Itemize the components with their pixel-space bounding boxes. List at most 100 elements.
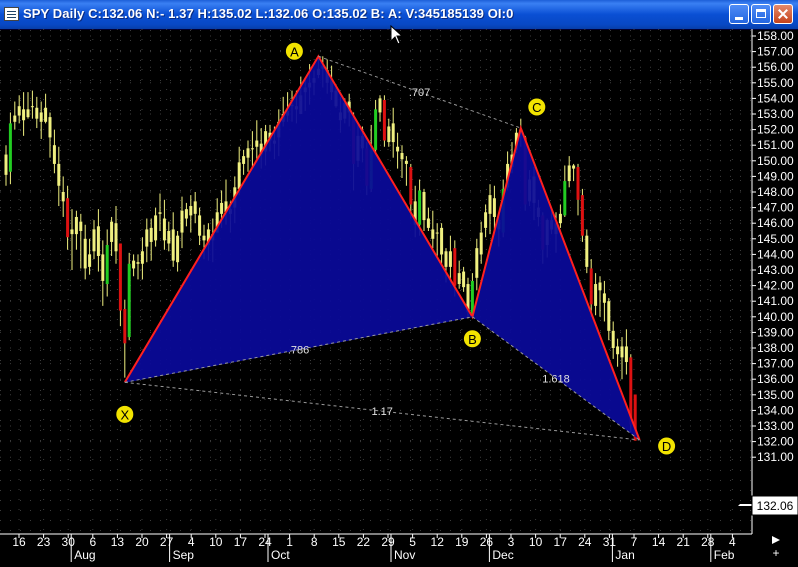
candle-body xyxy=(255,140,259,147)
candle-body xyxy=(462,271,466,288)
candle-body xyxy=(4,154,8,175)
candle-body xyxy=(602,293,606,303)
price-tick-label: 154.00 xyxy=(757,91,794,105)
candle-body xyxy=(105,245,109,285)
candle-body xyxy=(61,192,65,202)
candle-body xyxy=(189,206,193,216)
candle-body xyxy=(484,212,488,228)
price-tick-label: 157.00 xyxy=(757,45,794,59)
candle-body xyxy=(567,165,571,182)
candle-body xyxy=(171,229,175,261)
scroll-controls[interactable]: + xyxy=(772,536,780,560)
candle-body xyxy=(382,99,386,141)
candle-body xyxy=(580,195,584,236)
day-tick-label: 1 xyxy=(286,535,293,549)
candle-body xyxy=(607,301,611,331)
day-tick-label: 16 xyxy=(12,535,26,549)
candle-body xyxy=(162,218,166,241)
day-tick-label: 13 xyxy=(111,535,125,549)
price-tick-label: 146.00 xyxy=(757,216,794,230)
candle-body xyxy=(96,226,100,256)
day-tick-label: 10 xyxy=(529,535,543,549)
day-tick-label: 6 xyxy=(89,535,96,549)
candle-body xyxy=(70,229,74,235)
candle-body xyxy=(140,251,144,264)
day-tick-label: 27 xyxy=(160,535,174,549)
candle-body xyxy=(457,273,461,285)
candle-body xyxy=(176,235,180,263)
scroll-right-arrow-icon[interactable] xyxy=(772,536,780,544)
minimize-icon[interactable] xyxy=(729,4,749,24)
candle-body xyxy=(202,235,206,241)
candle-body xyxy=(52,145,56,164)
day-tick-label: 20 xyxy=(135,535,149,549)
candle-body xyxy=(396,146,400,152)
price-tick-label: 134.00 xyxy=(757,403,794,417)
candle-body xyxy=(585,235,589,267)
price-tick-label: 137.00 xyxy=(757,357,794,371)
time-axis[interactable]: 16 23 30 6 13 20 27 4 10 17 24 1 8 15 22 29 5 12 19 26 3 10 17… xyxy=(0,533,752,562)
day-tick-label: 5 xyxy=(409,535,416,549)
day-tick-label: 23 xyxy=(37,535,51,549)
candle-body xyxy=(13,115,17,122)
candle-body xyxy=(475,248,479,278)
candle-body xyxy=(118,243,122,311)
plus-icon[interactable]: + xyxy=(772,546,779,560)
day-tick-label: 22 xyxy=(357,535,371,549)
candle-body xyxy=(426,218,430,228)
day-tick-label: 21 xyxy=(677,535,691,549)
candle-body xyxy=(250,148,254,150)
day-tick-label: 4 xyxy=(188,535,195,549)
candle-body xyxy=(198,215,202,236)
price-tick-label: 135.00 xyxy=(757,388,794,402)
candle-body xyxy=(39,112,43,122)
candle-body xyxy=(409,167,413,205)
day-tick-label: 10 xyxy=(209,535,223,549)
last-price-label: 132.06 xyxy=(757,499,794,513)
candle-body xyxy=(17,106,21,116)
candle-body xyxy=(193,201,197,214)
day-tick-label: 8 xyxy=(311,535,318,549)
price-tick-label: 151.00 xyxy=(757,138,794,152)
candle-body xyxy=(404,160,408,164)
candle-body xyxy=(101,254,105,281)
candle-body xyxy=(83,238,87,269)
price-tick-label: 144.00 xyxy=(757,247,794,261)
price-tick-label: 142.00 xyxy=(757,279,794,293)
maximize-icon[interactable] xyxy=(751,4,771,24)
window-title: SPY Daily C:132.06 N:- 1.37 H:135.02 L:1… xyxy=(23,6,514,21)
candle-body xyxy=(88,254,92,267)
month-label: Nov xyxy=(394,548,415,562)
month-label: Dec xyxy=(492,548,513,562)
mouse-pointer-icon xyxy=(390,25,404,45)
candle-body xyxy=(616,346,620,355)
ratio-label: 1.17 xyxy=(371,406,392,418)
price-tick-label: 139.00 xyxy=(757,325,794,339)
day-tick-label: 15 xyxy=(332,535,346,549)
candle-body xyxy=(444,251,448,267)
candle-body xyxy=(431,229,435,239)
candle-body xyxy=(123,309,127,344)
candle-body xyxy=(479,232,483,255)
day-tick-label: 19 xyxy=(455,535,469,549)
candle-body xyxy=(145,229,149,247)
price-tick-label: 155.00 xyxy=(757,76,794,90)
candle-body xyxy=(30,106,34,108)
price-chart[interactable]: .707 .786 1.618 1.17 X A B C D 158.00 157.00156.0… xyxy=(0,29,798,567)
candle-body xyxy=(558,213,562,224)
chart-window-icon[interactable] xyxy=(4,7,19,21)
price-tick-label: 149.00 xyxy=(757,169,794,183)
price-tick-label: 140.00 xyxy=(757,310,794,324)
candle-body xyxy=(132,260,136,269)
candle-body xyxy=(242,156,246,164)
close-icon[interactable] xyxy=(773,4,793,24)
candle-body xyxy=(611,330,615,348)
price-tick-label: 148.00 xyxy=(757,185,794,199)
candle-body xyxy=(92,229,96,252)
ratio-label: .786 xyxy=(288,345,309,357)
candle-body xyxy=(624,346,628,363)
price-axis[interactable]: 158.00 157.00156.00 155.00154.00 153.00 152.… xyxy=(751,29,794,534)
candle-body xyxy=(48,117,52,138)
candle-body xyxy=(488,195,492,214)
price-tick-label: 156.00 xyxy=(757,60,794,74)
